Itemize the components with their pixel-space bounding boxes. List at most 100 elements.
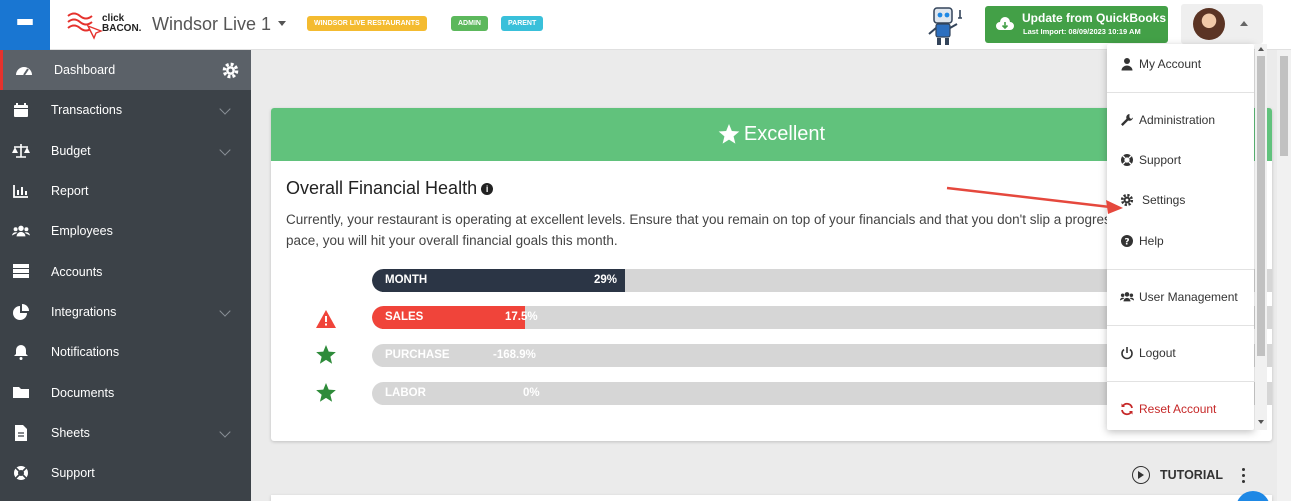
gear-icon[interactable] bbox=[221, 61, 240, 80]
progress-value: -168.9% bbox=[493, 349, 536, 361]
progress-value: 29% bbox=[594, 274, 618, 286]
menu-item-label: User Management bbox=[1139, 290, 1238, 304]
page-scrollbar[interactable] bbox=[1277, 50, 1291, 501]
sidebar-item-label: Accounts bbox=[51, 264, 103, 279]
secondary-card bbox=[271, 495, 1272, 501]
menu-item-settings[interactable]: Settings bbox=[1107, 185, 1254, 215]
menu-item-label: Support bbox=[1139, 153, 1182, 167]
chevron-down-icon bbox=[219, 103, 231, 115]
menu-divider bbox=[1107, 381, 1254, 382]
sidebar-item-label: Report bbox=[51, 184, 89, 199]
sidebar-item-support[interactable]: Support bbox=[0, 453, 251, 493]
list-icon bbox=[12, 263, 30, 279]
sidebar-item-label: Dashboard bbox=[54, 63, 116, 78]
bell-icon bbox=[12, 344, 30, 361]
sidebar-item-label: Support bbox=[51, 466, 95, 481]
menu-item-label: Help bbox=[1139, 234, 1164, 248]
menu-scroll-thumb[interactable] bbox=[1257, 56, 1265, 356]
users-icon bbox=[12, 223, 30, 239]
quickbooks-title: Update from QuickBooks bbox=[1022, 11, 1167, 25]
sidebar-item-accounts[interactable]: Accounts bbox=[0, 251, 251, 291]
menu-divider bbox=[1107, 269, 1254, 270]
power-icon bbox=[1121, 347, 1133, 360]
more-options-icon[interactable] bbox=[1238, 468, 1248, 484]
sidebar-item-integrations[interactable]: Integrations bbox=[0, 292, 251, 332]
warning-icon bbox=[316, 310, 336, 328]
gear-icon bbox=[1120, 193, 1134, 207]
caret-up-icon bbox=[1240, 21, 1248, 26]
robot-assistant-icon[interactable] bbox=[922, 4, 968, 48]
badge-admin: ADMIN bbox=[451, 16, 488, 31]
progress-value: 17.5% bbox=[505, 311, 538, 323]
floating-action-button[interactable] bbox=[1236, 491, 1270, 501]
financial-health-description: Currently, your restaurant is operating … bbox=[286, 212, 1177, 248]
scroll-down-icon[interactable] bbox=[1258, 420, 1264, 424]
chevron-down-icon bbox=[219, 305, 231, 317]
user-menu-button[interactable] bbox=[1181, 4, 1263, 44]
sidebar: Dashboard Transactions Budget Report Emp… bbox=[0, 50, 251, 501]
tutorial-button[interactable]: TUTORIAL bbox=[1132, 466, 1223, 484]
progress-label: MONTH bbox=[385, 274, 428, 286]
menu-item-administration[interactable]: Administration bbox=[1107, 105, 1254, 135]
sidebar-item-notifications[interactable]: Notifications bbox=[0, 332, 251, 372]
progress-label: SALES bbox=[385, 311, 424, 323]
financial-health-title-text: Overall Financial Health bbox=[286, 178, 478, 198]
menu-item-logout[interactable]: Logout bbox=[1107, 338, 1254, 368]
info-icon[interactable]: i bbox=[481, 183, 494, 195]
page-scroll-thumb[interactable] bbox=[1280, 56, 1288, 156]
company-dropdown-icon[interactable] bbox=[278, 21, 286, 26]
user-icon bbox=[1121, 58, 1133, 71]
life-ring-icon bbox=[1121, 154, 1133, 166]
menu-scrollbar[interactable] bbox=[1255, 44, 1267, 430]
progress-value: 0% bbox=[523, 387, 540, 399]
users-icon bbox=[1120, 292, 1134, 302]
scale-icon bbox=[12, 143, 30, 159]
menu-divider bbox=[1107, 92, 1254, 93]
progress-label: LABOR bbox=[385, 387, 426, 399]
hamburger-icon bbox=[17, 19, 33, 31]
scroll-up-icon[interactable] bbox=[1258, 47, 1264, 51]
refresh-icon bbox=[1121, 402, 1133, 416]
sidebar-item-report[interactable]: Report bbox=[0, 171, 251, 211]
svg-text:?: ? bbox=[1124, 238, 1129, 248]
sidebar-item-transactions[interactable]: Transactions bbox=[0, 90, 251, 130]
last-import-time: Last Import: 08/09/2023 10:19 AM bbox=[1023, 27, 1141, 36]
sidebar-item-documents[interactable]: Documents bbox=[0, 372, 251, 412]
sidebar-item-label: Transactions bbox=[51, 103, 123, 118]
bar-chart-icon bbox=[12, 183, 30, 199]
menu-toggle-button[interactable] bbox=[0, 0, 50, 50]
sidebar-item-label: Employees bbox=[51, 224, 113, 239]
menu-item-support[interactable]: Support bbox=[1107, 145, 1254, 175]
sidebar-item-label: Documents bbox=[51, 385, 115, 400]
sidebar-item-dashboard[interactable]: Dashboard bbox=[0, 50, 251, 91]
progress-label: PURCHASE bbox=[385, 349, 450, 361]
user-dropdown-menu: My Account Administration Support Settin… bbox=[1107, 44, 1254, 430]
menu-item-label: Logout bbox=[1139, 346, 1176, 360]
sidebar-item-label: Notifications bbox=[51, 345, 120, 360]
menu-item-label: Reset Account bbox=[1139, 402, 1217, 416]
star-icon bbox=[316, 345, 336, 364]
health-status-label: Excellent bbox=[743, 123, 826, 145]
star-icon bbox=[316, 383, 336, 402]
company-name[interactable]: Windsor Live 1 bbox=[152, 14, 271, 35]
badge-restaurant-group: WINDSOR LIVE RESTAURANTS bbox=[307, 16, 427, 31]
sidebar-item-employees[interactable]: Employees bbox=[0, 211, 251, 251]
star-icon bbox=[718, 124, 740, 144]
sidebar-item-sheets[interactable]: Sheets bbox=[0, 413, 251, 453]
top-bar: click BACON. Windsor Live 1 WINDSOR LIVE… bbox=[0, 0, 1291, 50]
question-icon: ? bbox=[1121, 235, 1133, 248]
sidebar-item-budget[interactable]: Budget bbox=[0, 131, 251, 171]
menu-item-help[interactable]: ? Help bbox=[1107, 226, 1254, 256]
sidebar-item-label: Integrations bbox=[51, 304, 117, 319]
menu-item-label: Settings bbox=[1142, 193, 1186, 207]
play-icon bbox=[1132, 466, 1150, 484]
menu-item-user-management[interactable]: User Management bbox=[1107, 282, 1254, 312]
cloud-download-icon bbox=[996, 17, 1014, 30]
chevron-down-icon bbox=[219, 426, 231, 438]
update-quickbooks-button[interactable]: Update from QuickBooks Last Import: 08/0… bbox=[985, 6, 1168, 43]
menu-item-label: My Account bbox=[1139, 57, 1202, 71]
chevron-down-icon bbox=[219, 143, 231, 156]
menu-item-reset-account[interactable]: Reset Account bbox=[1107, 394, 1254, 424]
calendar-icon bbox=[12, 102, 30, 118]
menu-item-my-account[interactable]: My Account bbox=[1107, 49, 1254, 79]
